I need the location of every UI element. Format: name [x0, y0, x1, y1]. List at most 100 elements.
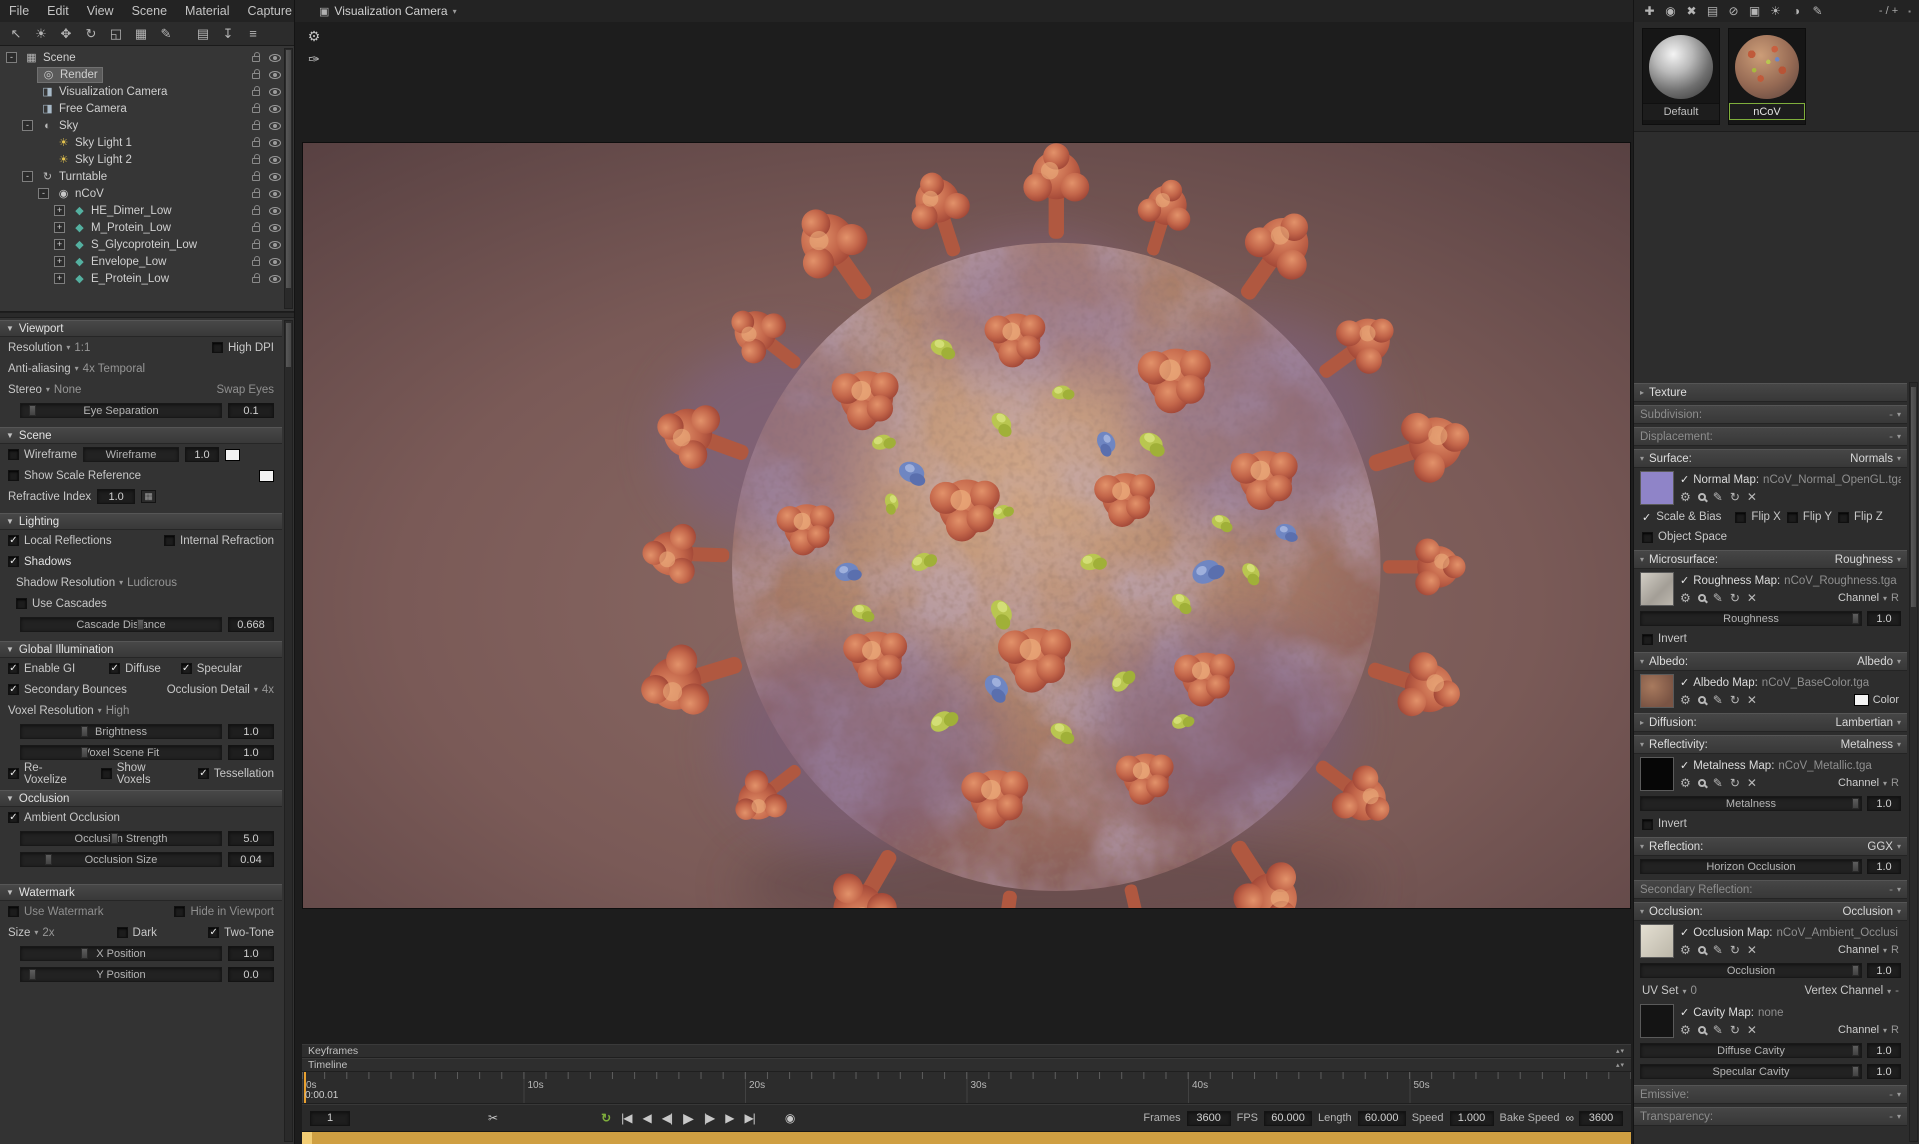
skip-to-start-icon[interactable]: |◀ — [621, 1111, 632, 1125]
section-diffusion[interactable]: ▸ Diffusion: Lambertian ▾ — [1634, 713, 1907, 732]
keyframes-bar[interactable]: Keyframes ▴▾ — [302, 1044, 1631, 1058]
metalness-value[interactable]: 1.0 — [1867, 796, 1901, 811]
tree-item-sky-light-1[interactable]: ☀ Sky Light 1 — [0, 134, 294, 151]
gi-diffuse-checkbox[interactable]: ✓ Diffuse — [109, 663, 161, 675]
reload-icon[interactable]: ↻ — [1730, 490, 1740, 504]
section-albedo[interactable]: ▾ Albedo: Albedo ▾ — [1634, 652, 1907, 671]
library-icon[interactable]: ≡ — [242, 24, 264, 43]
gear-icon[interactable]: ⚙ — [1680, 490, 1691, 504]
collapse-icon[interactable]: ▴▾ — [1616, 1061, 1625, 1069]
slider-handle[interactable] — [81, 948, 88, 959]
watermark-y-slider[interactable]: Y Position — [20, 967, 222, 982]
slider-handle[interactable] — [1852, 1045, 1860, 1056]
magnify-icon[interactable] — [1697, 696, 1706, 704]
pin-icon[interactable]: ✑ — [305, 50, 323, 68]
occlusion-slider[interactable]: Occlusion — [1640, 963, 1862, 978]
gi-brightness-value[interactable]: 1.0 — [228, 724, 274, 739]
viewport-settings-icon[interactable]: ⚙ — [305, 27, 323, 45]
collapse-toggle-icon[interactable]: - — [22, 171, 33, 182]
lock-icon[interactable] — [252, 222, 260, 232]
lock-icon[interactable] — [252, 69, 260, 79]
eye-separation-slider[interactable]: Eye Separation — [20, 403, 222, 418]
lock-icon[interactable] — [252, 86, 260, 96]
gear-icon[interactable]: ⚙ — [1680, 693, 1691, 707]
slider-handle[interactable] — [81, 747, 88, 758]
tree-item-scene[interactable]: - ▦ Scene — [0, 49, 294, 66]
visibility-icon[interactable] — [269, 172, 281, 181]
eye-separation-value[interactable]: 0.1 — [228, 403, 274, 418]
scissors-icon[interactable]: ✂ — [488, 1111, 498, 1125]
metalness-invert-checkbox[interactable]: Invert — [1642, 818, 1687, 830]
collapse-icon[interactable]: ▴▾ — [1616, 1047, 1625, 1055]
current-frame-input[interactable]: 1 — [310, 1110, 350, 1126]
swap-eyes-checkbox[interactable]: Swap Eyes — [216, 384, 274, 396]
channel-dropdown[interactable]: Channel ▾ R — [1838, 1024, 1901, 1036]
frame-forward-icon[interactable]: |▶ — [704, 1111, 715, 1125]
lock-icon[interactable] — [252, 256, 260, 266]
horizon-occlusion-slider[interactable]: Horizon Occlusion — [1640, 859, 1862, 874]
lock-icon[interactable] — [252, 154, 260, 164]
lock-icon[interactable] — [252, 239, 260, 249]
visibility-icon[interactable] — [269, 206, 281, 215]
gear-icon[interactable]: ⚙ — [1680, 943, 1691, 957]
visibility-icon[interactable] — [269, 121, 281, 130]
magnify-icon[interactable] — [1697, 779, 1706, 787]
reload-icon[interactable]: ↻ — [1730, 776, 1740, 790]
scale-tool-icon[interactable]: ◱ — [105, 24, 127, 43]
properties-scrollbar[interactable] — [284, 320, 293, 1142]
visibility-icon[interactable] — [269, 53, 281, 62]
lock-icon[interactable] — [252, 137, 260, 147]
trash-icon[interactable]: ⊘ — [1724, 2, 1743, 21]
section-scene[interactable]: ▼ Scene — [0, 427, 282, 444]
tree-item-sky[interactable]: - ◐ Sky — [0, 117, 294, 134]
timeline-bar[interactable]: Timeline ▴▾ — [302, 1058, 1631, 1072]
magnify-icon[interactable] — [1697, 946, 1706, 954]
albedo-map-thumbnail[interactable] — [1640, 674, 1674, 708]
slider-handle[interactable] — [29, 969, 36, 980]
cascade-distance-value[interactable]: 0.668 — [228, 617, 274, 632]
section-subdivision[interactable]: Subdivision: - ▾ — [1634, 405, 1907, 424]
section-secondary-reflection[interactable]: Secondary Reflection: - ▾ — [1634, 880, 1907, 899]
step-back-icon[interactable]: ◀ — [642, 1111, 651, 1125]
gear-icon[interactable]: ⚙ — [1680, 591, 1691, 605]
collapse-toggle-icon[interactable]: - — [38, 188, 49, 199]
refractive-index-value[interactable]: 1.0 — [97, 489, 136, 504]
tree-item-s-glycoprotein-low[interactable]: + ◆ S_Glycoprotein_Low — [0, 236, 294, 253]
menu-edit[interactable]: Edit — [38, 4, 78, 18]
section-reflection[interactable]: ▾ Reflection: GGX ▾ — [1634, 837, 1907, 856]
visibility-icon[interactable] — [269, 240, 281, 249]
paint-tool-icon[interactable]: ✎ — [155, 24, 177, 43]
length-input[interactable]: 60.000 — [1357, 1110, 1406, 1126]
shadow-resolution-dropdown[interactable]: Shadow Resolution ▾ Ludicrous — [16, 577, 177, 589]
normal-map-thumbnail[interactable] — [1640, 471, 1674, 505]
section-microsurface[interactable]: ▾ Microsurface: Roughness ▾ — [1634, 550, 1907, 569]
menu-file[interactable]: File — [0, 4, 38, 18]
visibility-icon[interactable] — [269, 70, 281, 79]
edit-icon[interactable]: ✎ — [1713, 490, 1723, 504]
gi-brightness-slider[interactable]: Brightness — [20, 724, 222, 739]
lock-icon[interactable] — [252, 205, 260, 215]
collapse-toggle-icon[interactable]: - — [6, 52, 17, 63]
visibility-icon[interactable] — [269, 104, 281, 113]
watermark-x-slider[interactable]: X Position — [20, 946, 222, 961]
internal-refraction-checkbox[interactable]: Internal Refraction — [164, 535, 274, 547]
tree-item-sky-light-2[interactable]: ☀ Sky Light 2 — [0, 151, 294, 168]
collapse-toggle-icon[interactable]: + — [54, 222, 65, 233]
collapse-toggle-icon[interactable]: + — [54, 273, 65, 284]
sky-preview-icon[interactable]: ☀ — [1766, 2, 1785, 21]
magnify-icon[interactable] — [1697, 493, 1706, 501]
wireframe-color-swatch[interactable] — [225, 448, 241, 461]
occlusion-size-value[interactable]: 0.04 — [228, 852, 274, 867]
visibility-icon[interactable] — [269, 189, 281, 198]
channel-dropdown[interactable]: Channel ▾ R — [1838, 944, 1901, 956]
roughness-invert-checkbox[interactable]: Invert — [1642, 633, 1687, 645]
check-icon[interactable]: ✓ — [1680, 676, 1689, 689]
slider-handle[interactable] — [1852, 613, 1860, 624]
lock-icon[interactable] — [252, 120, 260, 130]
local-reflections-checkbox[interactable]: ✓ Local Reflections — [8, 535, 112, 547]
visibility-icon[interactable] — [269, 223, 281, 232]
metalness-slider[interactable]: Metalness — [1640, 796, 1862, 811]
flip-z-checkbox[interactable]: Flip Z — [1838, 511, 1883, 523]
horizon-occlusion-value[interactable]: 1.0 — [1867, 859, 1901, 874]
enable-gi-checkbox[interactable]: ✓ Enable GI — [8, 663, 75, 675]
